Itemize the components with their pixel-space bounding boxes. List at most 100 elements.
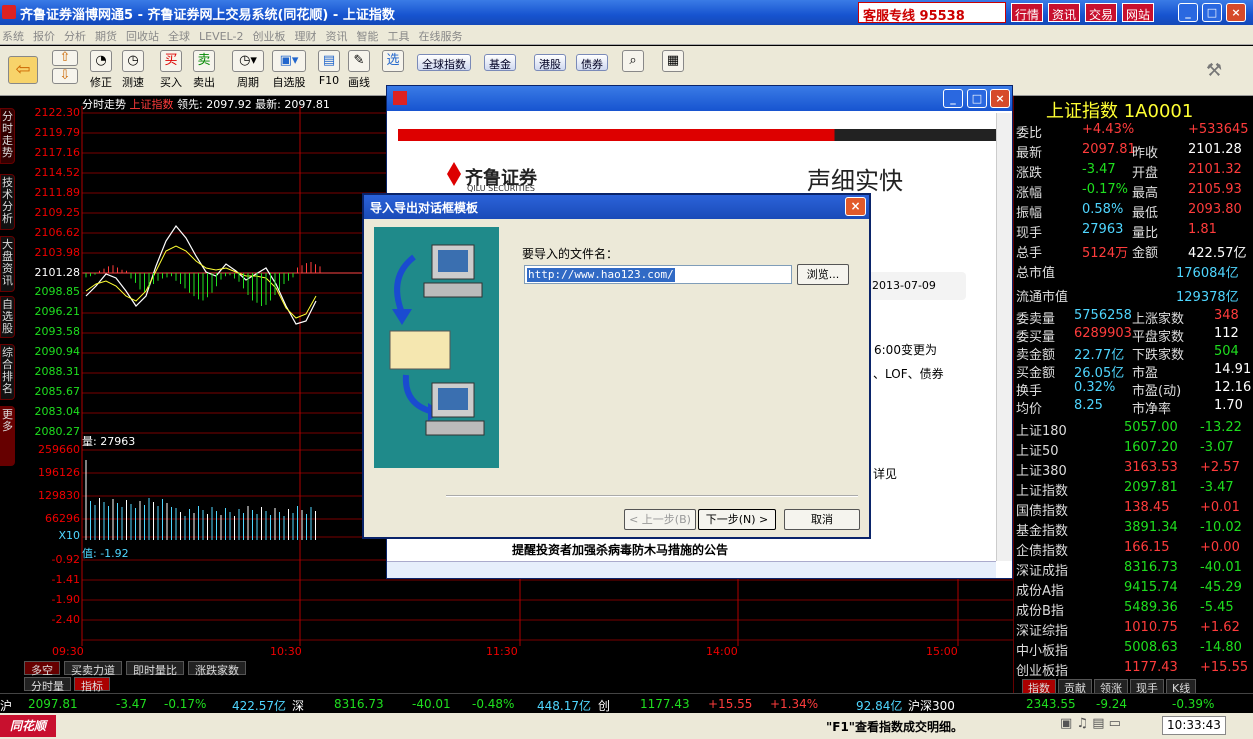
hotline-banner[interactable]: 客服专线 95538 [858,2,1006,24]
notice-link[interactable]: 提醒投资者加强杀病毒防木马措施的公告 [512,541,728,558]
menu-smart[interactable]: 智能 [354,25,385,44]
cancel-button[interactable]: 取消 [784,509,860,530]
report-icon[interactable]: ▦ [662,50,684,72]
horizontal-scrollbar[interactable] [387,561,996,578]
tonghuashun-logo[interactable]: 同花顺 [0,715,56,737]
top-menu-site[interactable]: 网站 [1122,3,1155,22]
buy-button[interactable]: 买买入 [160,50,182,90]
tab-indicator[interactable]: 指标 [74,677,110,693]
menu-info[interactable]: 资讯 [323,25,354,44]
f10-label: F10 [318,74,340,87]
stat-label: 市净率 [1132,402,1172,417]
stat-value: 26.05亿 [1074,366,1125,381]
quote-value: 2105.93 [1188,182,1242,197]
bond-pill[interactable]: 债券 [576,54,608,71]
speedtest-button[interactable]: ◷ 测速 [122,50,144,90]
minimize-button[interactable]: _ [1178,3,1198,22]
menu-system[interactable]: 系统 [0,25,31,44]
menu-global[interactable]: 全球 [166,25,197,44]
status-item: 8316.73 [334,697,384,711]
browse-button[interactable]: 浏览... [797,264,849,285]
fund-pill[interactable]: 基金 [484,54,516,71]
back-arrow-icon[interactable]: ⇦ [8,56,38,84]
watchlist-button[interactable]: ▣▾ 自选股 [272,50,306,90]
menu-quotes[interactable]: 报价 [31,25,62,44]
brand-name-en: QILU SECURITIES [467,184,535,193]
prev-step-button[interactable]: < 上一步(B) [624,509,696,530]
price-tick: 2122.30 [34,106,81,119]
stat-label: 上涨家数 [1132,312,1185,327]
browser-minimize-button[interactable]: _ [943,89,963,108]
menu-finance[interactable]: 理财 [292,25,323,44]
next-step-button[interactable]: 下一步(N) > [698,509,776,530]
side-tab-intraday[interactable]: 分时走势 [0,108,15,164]
quote-value: 1.81 [1188,222,1217,237]
menu-level2[interactable]: LEVEL-2 [197,27,250,43]
maximize-button[interactable]: □ [1202,3,1222,22]
quote-value: 422.57亿 [1188,246,1247,261]
side-tab-ranking[interactable]: 综合排名 [0,344,15,400]
up-arrow-icon[interactable]: ⇧ [52,50,78,66]
down-arrow-icon[interactable]: ⇩ [52,68,78,84]
quote-label: 开盘 [1132,166,1159,181]
stat-label: 卖金额 [1016,348,1056,363]
float-cap-label: 流通市值 [1016,290,1069,305]
close-button[interactable]: × [1226,3,1246,22]
tab-longshort[interactable]: 多空 [24,661,60,677]
menu-futures[interactable]: 期货 [93,25,124,44]
window-title: 齐鲁证券淄博网通5 - 齐鲁证券网上交易系统(同花顺) - 上证指数 [20,8,395,23]
select-icon[interactable]: 选 [382,50,404,72]
tab-intraday-volume[interactable]: 分时量 [24,677,71,693]
sell-button[interactable]: 卖卖出 [193,50,215,90]
menu-online-service[interactable]: 在线服务 [416,25,469,44]
index-change: +2.57 [1200,460,1240,475]
time-tick: 10:30 [270,645,302,658]
menu-gem[interactable]: 创业板 [250,25,292,44]
browser-close-button[interactable]: × [990,89,1010,108]
revise-button[interactable]: ◔ 修正 [90,50,112,90]
menu-recycle[interactable]: 回收站 [124,25,166,44]
tab-volume-ratio[interactable]: 即时量比 [126,661,184,677]
index-change: -14.80 [1200,640,1242,655]
wrench-icon[interactable]: ⚒ [1206,60,1222,81]
stat-label: 委卖量 [1016,312,1056,327]
quote-value: 2093.80 [1188,202,1242,217]
menu-tools[interactable]: 工具 [385,25,416,44]
browser-maximize-button[interactable]: □ [967,89,987,108]
volume-unit: X10 [58,529,80,542]
import-export-dialog: 导入导出对话框模板 × 要导入的文件名： http://www.hao123.c… [362,193,871,539]
dialog-close-button[interactable]: × [845,197,866,216]
tray-icons[interactable]: ▣ ♫ ▤ ▭ [1060,716,1121,731]
top-menu-trade[interactable]: 交易 [1085,3,1118,22]
side-tab-watchlist[interactable]: 自选股 [0,296,15,338]
global-index-pill[interactable]: 全球指数 [417,54,471,71]
tab-buysell-power[interactable]: 买卖力道 [64,661,122,677]
status-hint: "F1"查看指数成交明细。 [826,720,964,734]
price-tick: 2080.27 [34,425,81,438]
vertical-scrollbar[interactable] [996,113,1012,561]
top-menu-quotes[interactable]: 行情 [1011,3,1044,22]
draw-line-button[interactable]: ✎ 画线 [348,50,370,90]
stat-value: 22.77亿 [1074,348,1125,363]
hk-stock-pill[interactable]: 港股 [534,54,566,71]
side-tab-news[interactable]: 大盘资讯 [0,236,15,292]
status-item: 92.84亿 [856,699,903,713]
status-item: -3.47 [116,697,148,711]
price-tick: 2093.58 [34,325,81,338]
watchlist-icon: ▣▾ [272,50,306,72]
side-tab-technical[interactable]: 技术分析 [0,174,15,230]
quote-label: 涨幅 [1016,186,1043,201]
side-tab-more[interactable]: 更多 [0,406,15,466]
search-icon[interactable]: ⌕ [622,50,644,72]
quote-label: 金额 [1132,246,1159,261]
menu-analysis[interactable]: 分析 [62,25,93,44]
tab-advance-decline[interactable]: 涨跌家数 [188,661,246,677]
top-menu-news[interactable]: 资讯 [1048,3,1081,22]
period-label: 周期 [237,76,259,89]
status-item: +15.55 [708,697,753,711]
period-button[interactable]: ◷▾ 周期 [232,50,264,90]
quote-label: 最低 [1132,206,1159,221]
f10-button[interactable]: ▤ F10 [318,50,340,87]
index-change: -3.07 [1200,440,1234,455]
index-value: 166.15 [1124,540,1170,555]
